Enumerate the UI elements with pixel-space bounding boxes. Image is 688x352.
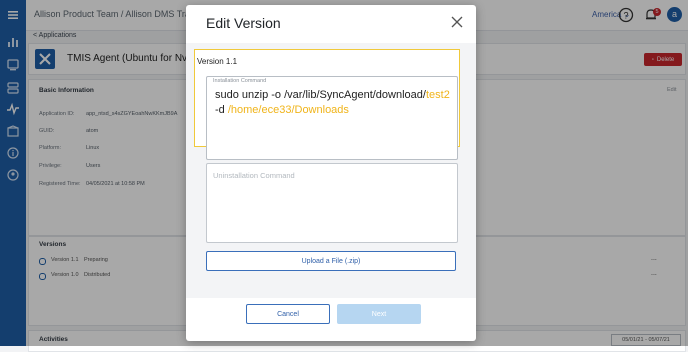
command-text: -d	[215, 104, 228, 116]
edit-version-dialog: Edit Version Version 1.1 Installation Co…	[186, 5, 476, 341]
uninstallation-command-placeholder: Uninstallation Command	[213, 171, 295, 180]
installation-command-label: Installation Command	[213, 78, 267, 84]
close-icon[interactable]	[450, 15, 464, 29]
version-label: Version 1.1	[197, 57, 238, 66]
installation-command-field[interactable]: Installation Command sudo unzip -o /var/…	[206, 76, 458, 160]
cancel-button[interactable]: Cancel	[246, 304, 330, 324]
installation-command-value[interactable]: sudo unzip -o /var/lib/SyncAgent/downloa…	[215, 88, 453, 118]
next-button[interactable]: Next	[337, 304, 421, 324]
command-highlight: test2	[425, 89, 450, 101]
dialog-title: Edit Version	[206, 15, 281, 31]
command-text: sudo unzip -o /var/lib/SyncAgent/downloa…	[215, 89, 426, 101]
command-highlight: /home/ece33/Downloads	[227, 104, 349, 116]
uninstallation-command-field[interactable]: Uninstallation Command	[206, 163, 458, 243]
upload-file-button[interactable]: Upload a File (.zip)	[206, 251, 456, 271]
